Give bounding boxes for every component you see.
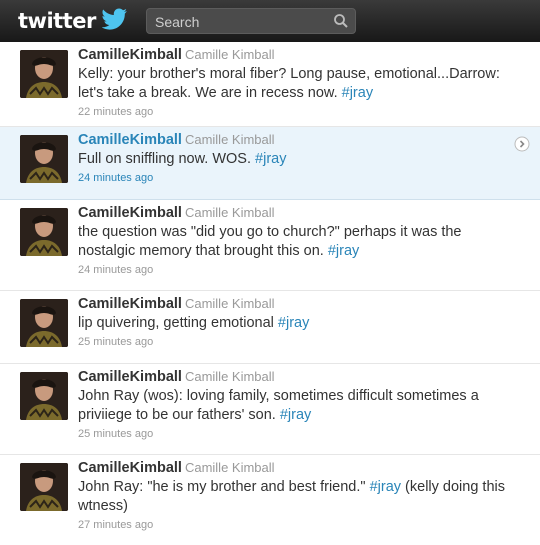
hashtag-link[interactable]: #jray	[342, 85, 373, 101]
tweet-screen-name[interactable]: CamilleKimball	[78, 296, 182, 312]
tweet-timestamp[interactable]: 24 minutes ago	[78, 264, 516, 276]
search-box[interactable]	[146, 8, 356, 34]
tweet-text: lip quivering, getting emotional #jray	[78, 315, 310, 331]
tweet-text: the question was "did you go to church?"…	[78, 224, 462, 259]
hashtag-link[interactable]: #jray	[255, 151, 286, 167]
tweet-item[interactable]: CamilleKimball Camille Kimball lip quiver…	[0, 291, 540, 364]
tweet-full-name: Camille Kimball	[184, 47, 275, 62]
hashtag-link[interactable]: #jray	[280, 407, 311, 423]
tweet-item[interactable]: CamilleKimball Camille Kimball John Ray: …	[0, 455, 540, 545]
twitter-logo[interactable]: twitter	[18, 9, 96, 33]
avatar[interactable]	[20, 463, 68, 511]
tweet-item[interactable]: CamilleKimball Camille Kimball Kelly: you…	[0, 42, 540, 127]
tweet-item-selected[interactable]: CamilleKimball Camille Kimball Full on sn…	[0, 127, 540, 200]
tweet-timestamp[interactable]: 22 minutes ago	[78, 106, 516, 118]
tweet-text: John Ray: "he is my brother and best fri…	[78, 479, 505, 514]
avatar[interactable]	[20, 208, 68, 256]
tweet-timestamp[interactable]: 27 minutes ago	[78, 519, 516, 531]
tweet-full-name: Camille Kimball	[184, 460, 275, 475]
hashtag-link[interactable]: #jray	[278, 315, 309, 331]
avatar[interactable]	[20, 299, 68, 347]
tweet-full-name: Camille Kimball	[184, 205, 275, 220]
avatar[interactable]	[20, 135, 68, 183]
chevron-right-icon[interactable]	[514, 136, 530, 152]
tweet-screen-name[interactable]: CamilleKimball	[78, 205, 182, 221]
tweet-text: Full on sniffling now. WOS. #jray	[78, 151, 287, 167]
tweet-screen-name[interactable]: CamilleKimball	[78, 47, 182, 63]
search-input[interactable]	[153, 12, 332, 32]
bird-icon	[102, 8, 127, 30]
tweet-screen-name[interactable]: CamilleKimball	[78, 369, 182, 385]
avatar[interactable]	[20, 372, 68, 420]
top-bar: twitter	[0, 0, 540, 42]
tweet-full-name: Camille Kimball	[184, 132, 275, 147]
tweet-text: John Ray (wos): loving family, sometimes…	[78, 388, 479, 423]
avatar[interactable]	[20, 50, 68, 98]
hashtag-link[interactable]: #jray	[370, 479, 401, 495]
tweet-screen-name[interactable]: CamilleKimball	[78, 460, 182, 476]
tweet-full-name: Camille Kimball	[184, 296, 275, 311]
tweet-text: Kelly: your brother's moral fiber? Long …	[78, 66, 500, 101]
tweet-timestamp[interactable]: 25 minutes ago	[78, 428, 516, 440]
tweet-screen-name[interactable]: CamilleKimball	[78, 132, 182, 148]
tweet-timestamp[interactable]: 24 minutes ago	[78, 172, 516, 184]
hashtag-link[interactable]: #jray	[328, 243, 359, 259]
tweet-timestamp[interactable]: 25 minutes ago	[78, 336, 516, 348]
search-icon[interactable]	[333, 13, 349, 29]
tweet-stream: CamilleKimball Camille Kimball Kelly: you…	[0, 42, 540, 545]
tweet-item[interactable]: CamilleKimball Camille Kimball the questi…	[0, 200, 540, 291]
tweet-full-name: Camille Kimball	[184, 369, 275, 384]
tweet-item[interactable]: CamilleKimball Camille Kimball John Ray (…	[0, 364, 540, 455]
